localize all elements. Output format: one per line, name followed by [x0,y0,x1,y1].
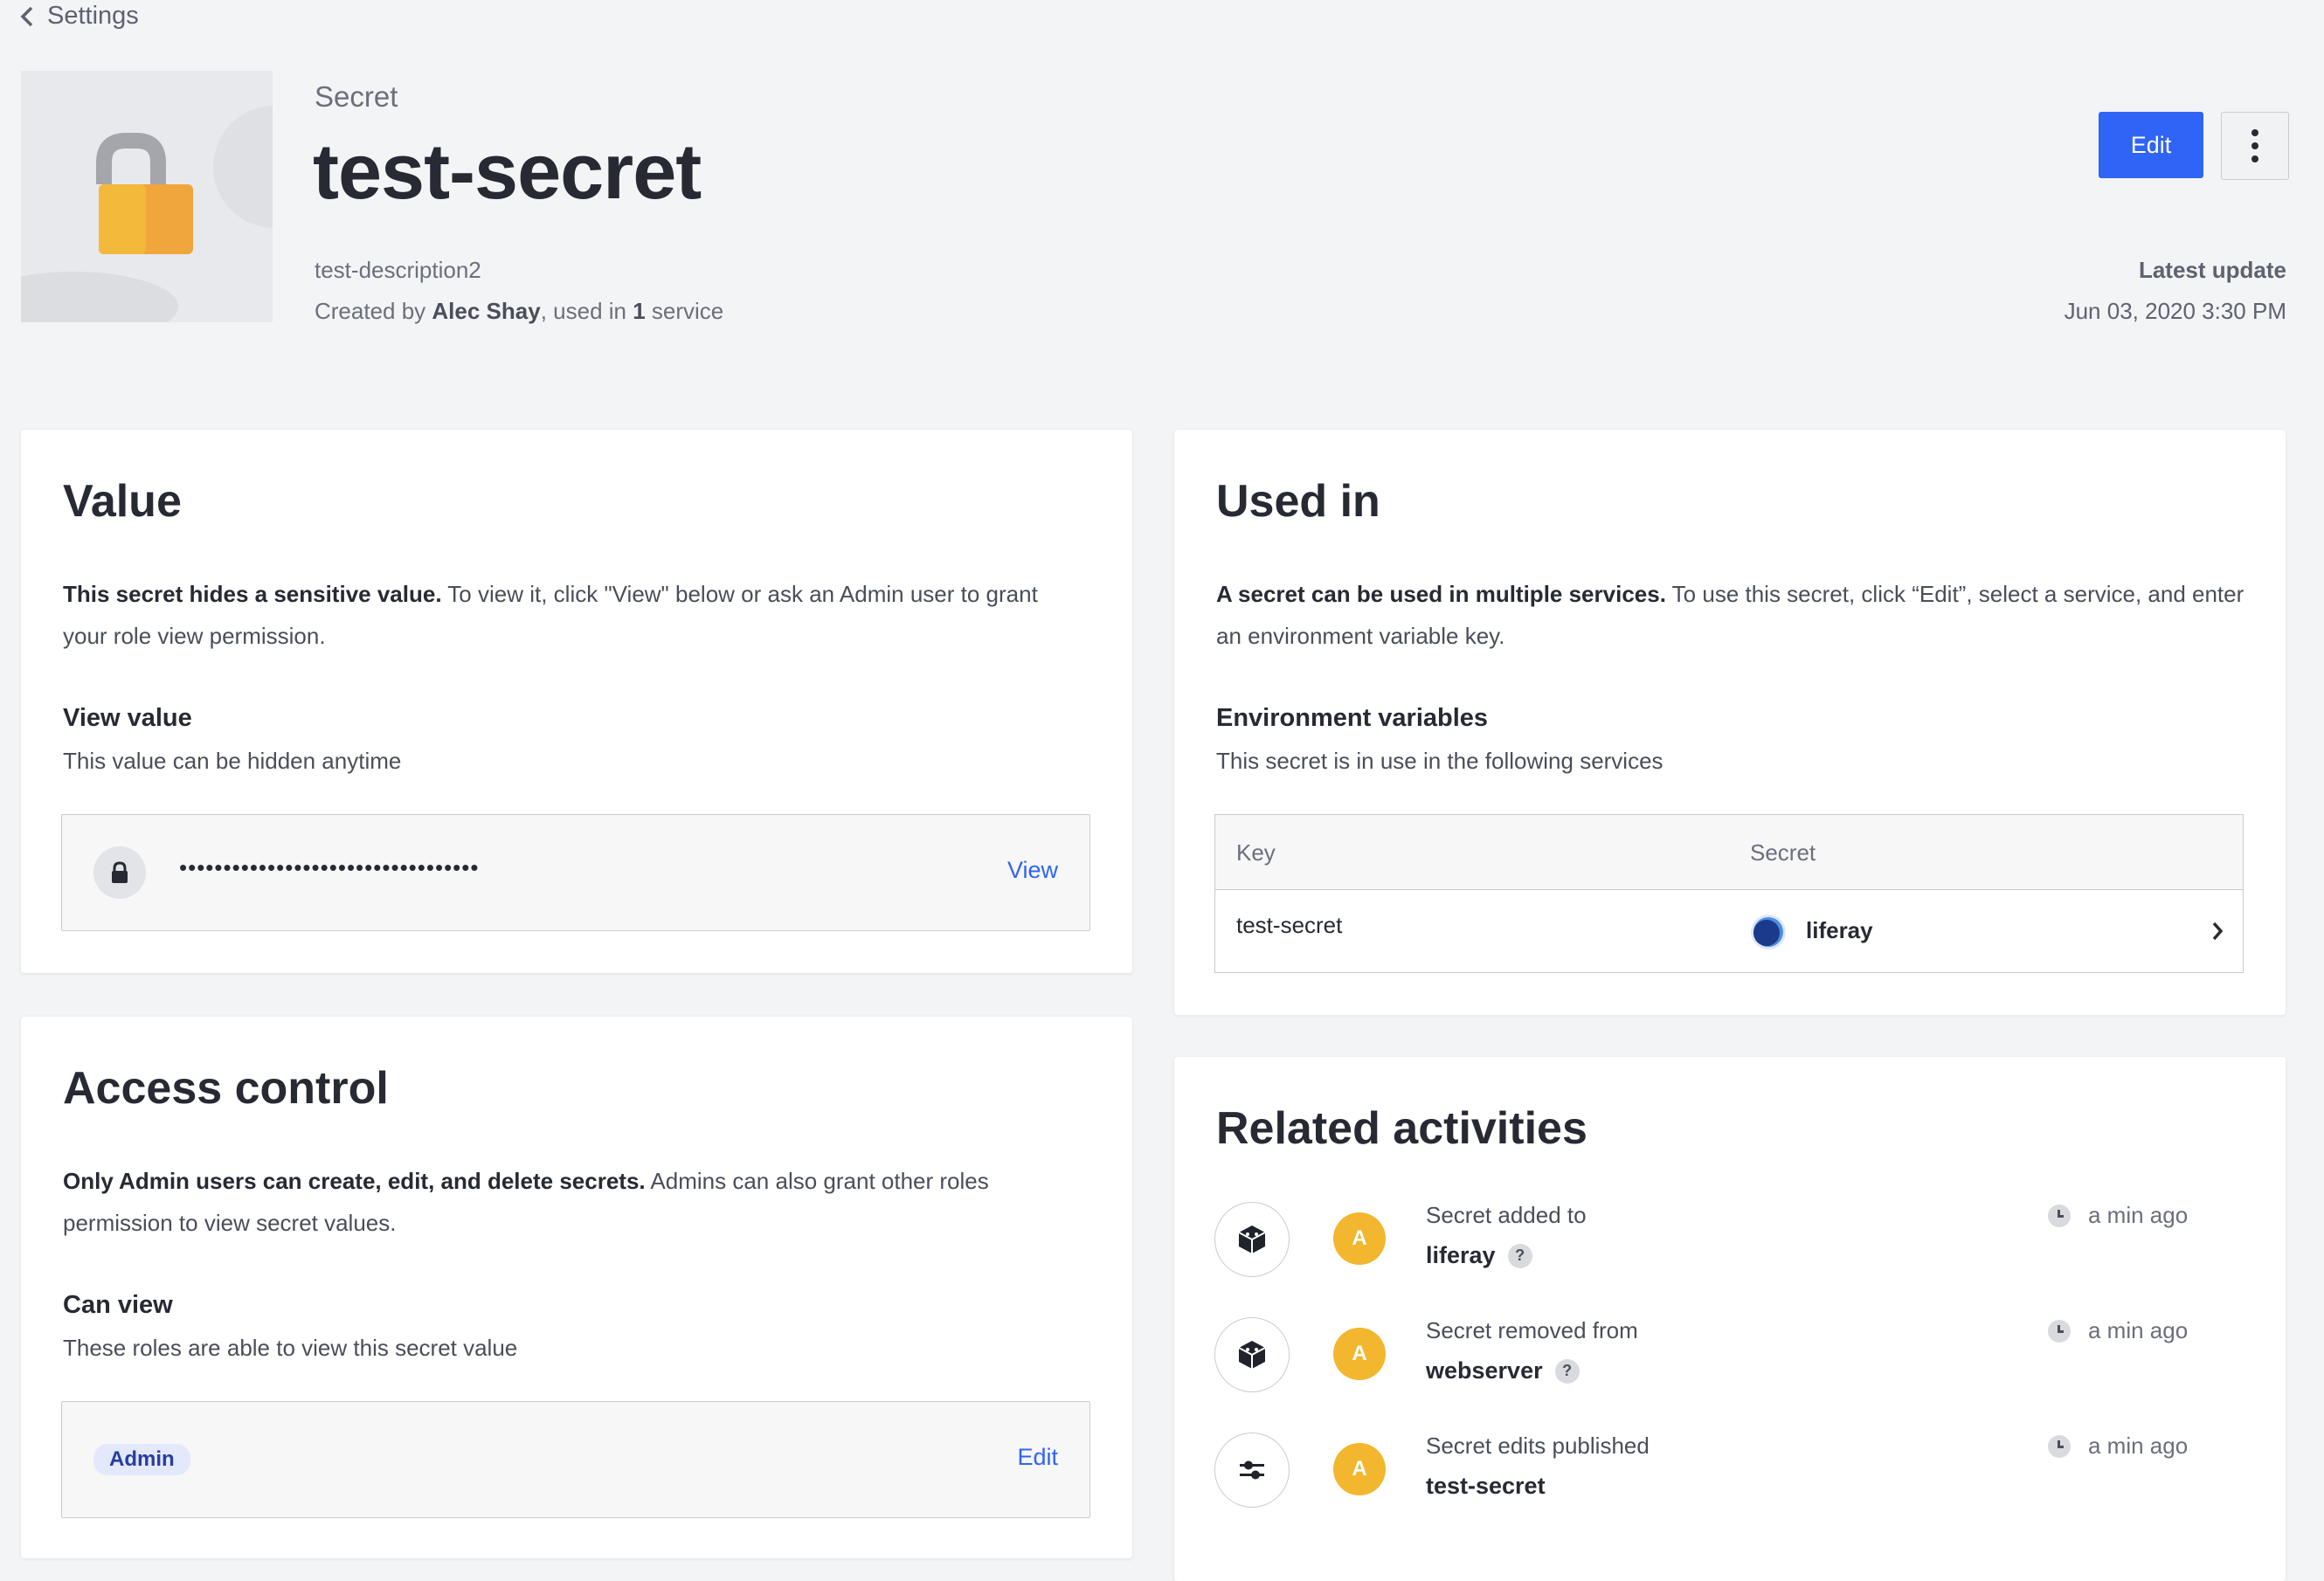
secret-value-field: •••••••••••••••••••••••••••••••••• View [61,814,1090,931]
related-activities-card: Related activities A Secret added to lif… [1174,1057,2286,1581]
access-card-intro: Only Admin users can create, edit, and d… [63,1168,989,1236]
activity-text: Secret added to [1426,1202,1587,1228]
row-key: test-secret [1236,912,1343,938]
back-to-settings-link[interactable]: Settings [19,2,139,31]
masked-value: •••••••••••••••••••••••••••••••••• [179,854,480,880]
back-label: Settings [47,2,139,30]
view-value-subtitle: This value can be hidden anytime [63,748,402,774]
view-value-link[interactable]: View [1007,857,1058,884]
activity-target: test-secret [1426,1473,1546,1499]
secret-description: test-description2 [315,257,481,283]
avatar: A [1333,1212,1386,1265]
page-kicker: Secret [315,80,398,113]
latest-update-label: Latest update [2138,257,2286,283]
view-value-heading: View value [63,704,192,732]
roles-field: Admin Edit [61,1401,1090,1518]
clock-icon [2048,1434,2071,1458]
help-icon[interactable]: ? [1507,1243,1532,1268]
clock-icon [2048,1204,2071,1227]
creator-name: Alec Shay [432,298,541,324]
sliders-icon [1214,1433,1290,1508]
role-badge-admin: Admin [93,1444,190,1475]
activity-text: Secret removed from [1426,1317,1638,1343]
kebab-menu-icon [2251,129,2258,162]
env-vars-subtitle: This secret is in use in the following s… [1216,748,1663,774]
value-card-title: Value [63,476,182,527]
value-card: Value This secret hides a sensitive valu… [21,430,1132,973]
value-card-intro: This secret hides a sensitive value. To … [63,581,1038,649]
can-view-subtitle: These roles are able to view this secret… [63,1335,518,1361]
table-header: Key Secret [1215,815,2243,890]
used-in-card: Used in A secret can be used in multiple… [1174,430,2286,1015]
edit-button[interactable]: Edit [2099,112,2203,178]
clock-icon [2048,1319,2071,1343]
more-options-button[interactable] [2221,112,2289,180]
row-service: liferay [1806,917,1873,943]
activity-time: a min ago [2048,1317,2188,1344]
env-vars-table: Key Secret test-secret liferay [1214,814,2244,973]
help-icon[interactable]: ? [1554,1358,1580,1384]
column-header-secret: Secret [1750,839,1816,866]
activities-title: Related activities [1216,1103,1587,1154]
used-in-title: Used in [1216,476,1380,527]
env-vars-heading: Environment variables [1216,704,1489,732]
liferay-service-icon [1750,914,1787,950]
activity-time: a min ago [2048,1202,2188,1229]
lock-icon [93,846,146,899]
chevron-right-icon [2212,922,2224,941]
table-row[interactable]: test-secret liferay [1215,891,2243,972]
column-header-key: Key [1236,839,1276,866]
secret-thumbnail [21,71,273,322]
box-icon [1214,1202,1290,1277]
access-control-card: Access control Only Admin users can crea… [21,1017,1132,1558]
avatar: A [1333,1443,1386,1495]
created-by-text: Created by Alec Shay, used in 1 service [315,298,724,324]
box-icon [1214,1317,1290,1392]
used-in-intro: A secret can be used in multiple service… [1216,581,2244,649]
edit-roles-link[interactable]: Edit [1017,1444,1058,1471]
chevron-left-icon [20,6,33,26]
padlock-icon [21,71,273,322]
can-view-heading: Can view [63,1291,173,1319]
avatar: A [1333,1328,1386,1380]
activity-time: a min ago [2048,1433,2188,1460]
activity-target: liferay? [1426,1242,1532,1269]
latest-update-value: Jun 03, 2020 3:30 PM [2064,298,2286,324]
access-card-title: Access control [63,1063,389,1114]
activity-text: Secret edits published [1426,1433,1650,1459]
service-count: 1 [633,298,646,324]
page-title: test-secret [313,128,702,216]
activity-target: webserver? [1426,1357,1580,1384]
